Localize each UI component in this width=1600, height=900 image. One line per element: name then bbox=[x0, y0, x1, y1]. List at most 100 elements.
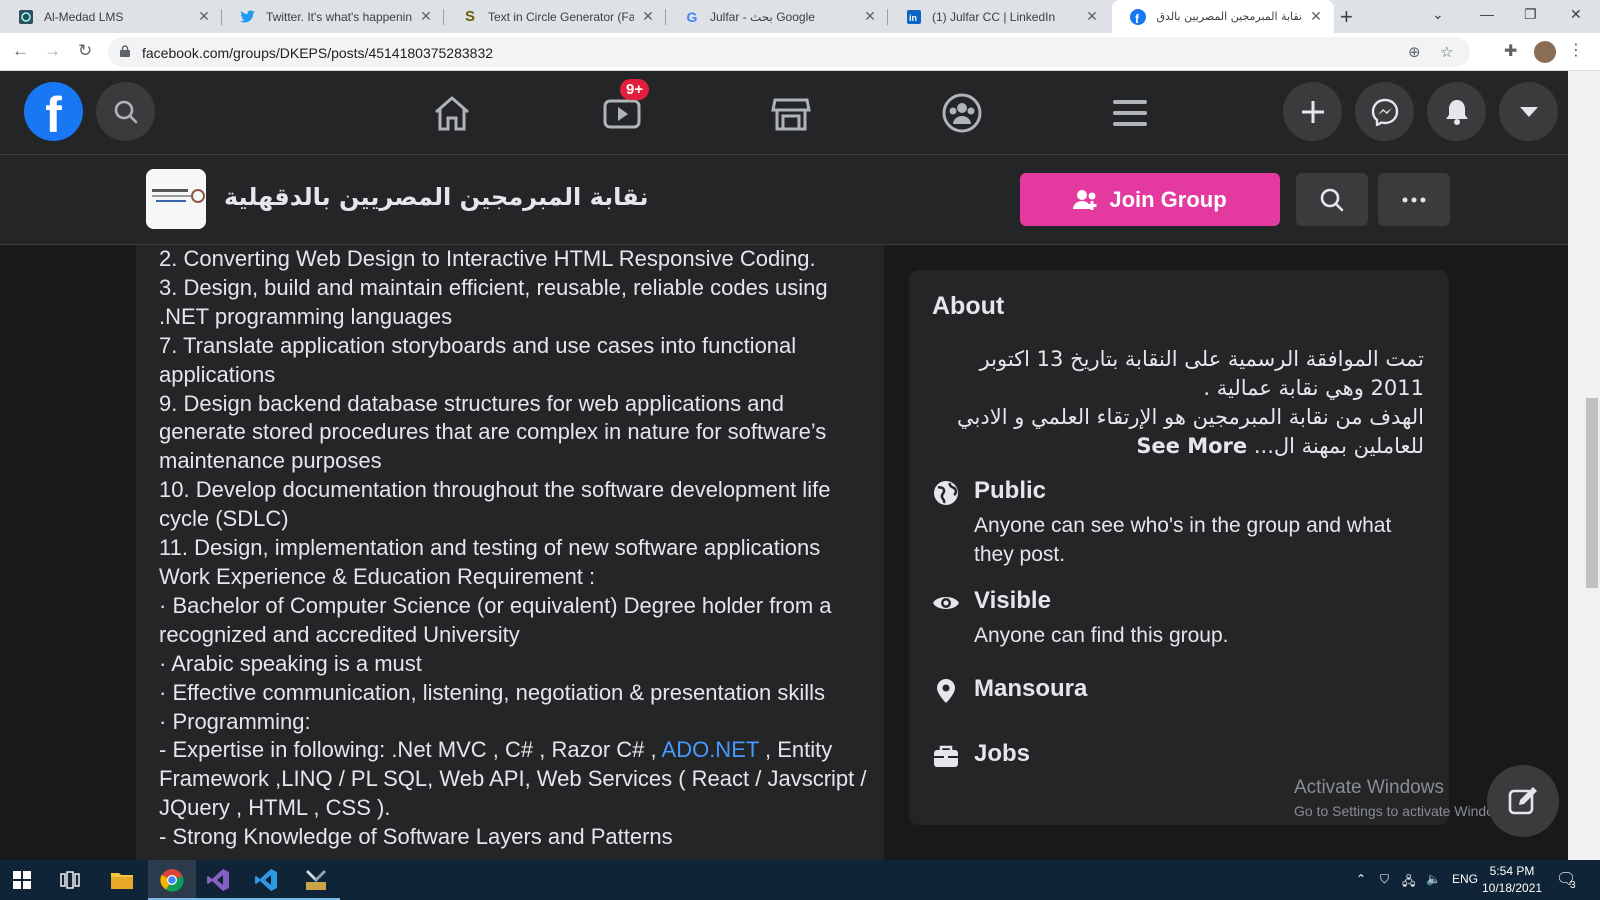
tab-text-in-circle[interactable]: S Text in Circle Generator (Fami ✕ bbox=[444, 0, 666, 33]
restore-button[interactable]: ❐ bbox=[1524, 6, 1537, 23]
folder-icon bbox=[111, 873, 133, 889]
post-line: 7. Translate application storyboards and… bbox=[159, 332, 797, 358]
create-button[interactable] bbox=[1283, 82, 1342, 141]
tab-al-medad[interactable]: Al-Medad LMS ✕ bbox=[0, 0, 222, 33]
group-title[interactable]: نقابة المبرمجين المصريين بالدقهلية bbox=[224, 183, 648, 211]
vscode-icon bbox=[255, 869, 277, 891]
see-more-link[interactable]: See More bbox=[1136, 434, 1247, 458]
tray-chevron-icon[interactable]: ⌃ bbox=[1356, 872, 1366, 886]
post-line: 3. Design, build and maintain efficient,… bbox=[159, 274, 828, 300]
ado-net-link[interactable]: ADO.NET bbox=[662, 737, 759, 762]
more-options-button[interactable] bbox=[1378, 173, 1450, 226]
network-icon[interactable]: 🖧 bbox=[1402, 872, 1415, 893]
address-bar[interactable]: facebook.com/groups/DKEPS/posts/45141803… bbox=[108, 37, 1470, 67]
messenger-button[interactable] bbox=[1355, 82, 1414, 141]
marketplace-nav[interactable] bbox=[769, 91, 813, 135]
about-desc-line: الهدف من نقابة المبرمجين هو الإرتقاء الع… bbox=[957, 405, 1424, 429]
task-view-icon bbox=[60, 871, 80, 889]
input-language[interactable]: ENG bbox=[1452, 872, 1478, 886]
group-avatar[interactable] bbox=[146, 169, 206, 229]
file-explorer-button[interactable] bbox=[108, 866, 136, 894]
menu-nav[interactable] bbox=[1108, 91, 1152, 135]
address-bar-row: ← → ↻ facebook.com/groups/DKEPS/posts/45… bbox=[0, 33, 1600, 71]
clock-time: 5:54 PM bbox=[1489, 864, 1535, 878]
post-line: 9. Design backend database structures fo… bbox=[159, 390, 784, 416]
close-icon[interactable]: ✕ bbox=[1084, 8, 1100, 25]
tab-title: Twitter. It's what's happening bbox=[266, 9, 412, 24]
caret-down-icon bbox=[1519, 106, 1538, 117]
tab-linkedin[interactable]: in (1) Julfar CC | LinkedIn ✕ bbox=[888, 0, 1110, 33]
profile-avatar[interactable] bbox=[1534, 41, 1556, 63]
join-group-button[interactable]: Join Group bbox=[1020, 173, 1280, 226]
post-line: recognized and accredited University bbox=[159, 621, 520, 647]
tab-search-chevron-icon[interactable]: ⌄ bbox=[1432, 6, 1444, 23]
about-description: تمت الموافقة الرسمية على النقابة بتاريخ … bbox=[929, 345, 1424, 461]
home-nav[interactable] bbox=[430, 91, 474, 135]
vscode-button[interactable] bbox=[252, 866, 280, 894]
tray-app-icon[interactable]: ⛉ bbox=[1380, 872, 1389, 887]
system-clock[interactable]: 5:54 PM 10/18/2021 bbox=[1482, 863, 1542, 897]
zoom-icon[interactable]: ⊕ bbox=[1408, 43, 1421, 61]
activate-subtitle: Go to Settings to activate Windows. bbox=[1294, 803, 1515, 819]
facebook-icon: f bbox=[1130, 8, 1146, 25]
volume-icon[interactable]: 🔈 bbox=[1426, 872, 1441, 886]
reload-icon[interactable]: ↻ bbox=[78, 41, 92, 61]
groups-nav[interactable] bbox=[940, 91, 984, 135]
tab-title: Julfar - بحث Google bbox=[710, 9, 815, 24]
facebook-top-nav: f 9+ bbox=[0, 71, 1568, 155]
search-icon bbox=[1320, 188, 1344, 211]
facebook-logo[interactable]: f bbox=[24, 82, 83, 143]
post-line: JQuery , HTML , CSS ). bbox=[159, 795, 391, 821]
notifications-button[interactable] bbox=[1427, 82, 1486, 141]
account-menu-button[interactable] bbox=[1499, 82, 1558, 141]
close-icon[interactable]: ✕ bbox=[418, 8, 434, 25]
extensions-icon[interactable]: ✚ bbox=[1504, 41, 1517, 61]
windows-taskbar: ⌃ ⛉ 🖧 🔈 ENG 5:54 PM 10/18/2021 🗨 3 bbox=[0, 860, 1600, 900]
chrome-taskbar-button[interactable] bbox=[158, 866, 186, 894]
linkedin-icon: in bbox=[906, 9, 922, 25]
tab-twitter[interactable]: Twitter. It's what's happening ✕ bbox=[222, 0, 444, 33]
close-icon[interactable]: ✕ bbox=[862, 8, 878, 25]
about-desc-line: 2011 وهي نقابة عمالية . bbox=[1203, 376, 1424, 400]
bookmark-star-icon[interactable]: ☆ bbox=[1440, 43, 1453, 61]
tab-title: (1) Julfar CC | LinkedIn bbox=[932, 9, 1056, 24]
groups-icon bbox=[942, 93, 982, 133]
plus-icon bbox=[1301, 100, 1324, 123]
tab-google[interactable]: G Julfar - بحث Google ✕ bbox=[666, 0, 888, 33]
tab-title: Text in Circle Generator (Fami bbox=[488, 9, 634, 24]
watch-notification-badge: 9+ bbox=[620, 79, 650, 100]
bell-icon bbox=[1445, 99, 1468, 125]
svg-text:in: in bbox=[909, 13, 917, 23]
search-button[interactable] bbox=[96, 82, 155, 141]
messenger-icon bbox=[1371, 98, 1398, 126]
home-icon bbox=[435, 96, 469, 131]
minimize-button[interactable]: — bbox=[1480, 6, 1494, 22]
chrome-menu-icon[interactable]: ⋮ bbox=[1568, 40, 1584, 60]
location-label[interactable]: Mansoura bbox=[974, 675, 1087, 703]
about-desc-line: تمت الموافقة الرسمية على النقابة بتاريخ … bbox=[979, 347, 1424, 371]
browser-tab-bar: Al-Medad LMS ✕ Twitter. It's what's happ… bbox=[0, 0, 1600, 33]
close-icon[interactable]: ✕ bbox=[196, 8, 212, 25]
new-tab-button[interactable]: + bbox=[1340, 4, 1353, 30]
more-icon bbox=[1402, 197, 1426, 202]
jobs-label[interactable]: Jobs bbox=[974, 740, 1030, 768]
windows-start-button[interactable] bbox=[8, 866, 36, 894]
post-line: Framework ,LINQ / PL SQL, Web API, Web S… bbox=[159, 766, 867, 792]
close-icon[interactable]: ✕ bbox=[640, 8, 656, 25]
task-view-button[interactable] bbox=[56, 866, 84, 894]
tab-facebook-group[interactable]: f نقابة المبرمجين المصريين بالدق ✕ bbox=[1112, 0, 1334, 33]
lock-icon bbox=[120, 45, 130, 57]
window-close-button[interactable]: ✕ bbox=[1570, 6, 1582, 23]
notification-count: 3 bbox=[1570, 880, 1576, 891]
url-text: facebook.com/groups/DKEPS/posts/45141803… bbox=[142, 45, 494, 61]
close-icon[interactable]: ✕ bbox=[1308, 8, 1324, 25]
post-line-expertise: - Expertise in following: .Net MVC , C# … bbox=[159, 736, 879, 765]
post-line: maintenance purposes bbox=[159, 448, 382, 474]
forward-arrow-icon[interactable]: → bbox=[44, 41, 61, 61]
group-search-button[interactable] bbox=[1296, 173, 1368, 226]
new-message-button[interactable] bbox=[1487, 765, 1559, 837]
scrollbar-thumb[interactable] bbox=[1586, 398, 1598, 588]
back-arrow-icon[interactable]: ← bbox=[12, 41, 29, 61]
tools-app-button[interactable] bbox=[302, 866, 330, 894]
visual-studio-button[interactable] bbox=[204, 866, 232, 894]
